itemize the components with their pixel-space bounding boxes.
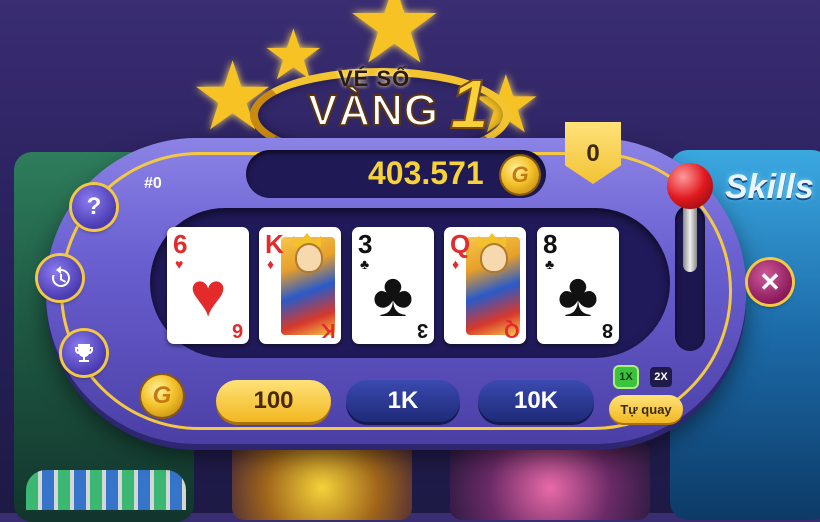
spin-lever-knob[interactable] <box>667 163 713 209</box>
background-game-tile-bottom-1 <box>232 440 412 520</box>
bet-10k-button[interactable]: 10K <box>478 380 594 422</box>
badge-value: 0 <box>586 140 600 167</box>
help-icon: ? <box>86 193 102 220</box>
heart-suit-icon: ♥ <box>189 261 227 330</box>
card-rank: Q <box>450 229 471 259</box>
bet-100-button[interactable]: 100 <box>216 380 331 422</box>
card-rank: 6 <box>173 229 188 259</box>
card-rank: K <box>265 229 284 259</box>
multiplier-2x-toggle[interactable]: 2X <box>650 367 672 387</box>
round-id: #0 <box>144 175 162 192</box>
card-rank-bottom: 6 <box>231 319 243 341</box>
logo-number: 1 <box>449 64 490 144</box>
background-skills-title: Skills <box>725 168 814 206</box>
club-suit-icon: ♣ <box>557 261 599 330</box>
card-rank-bottom: 8 <box>601 319 613 341</box>
card-suit-small: ♦ <box>267 256 275 272</box>
card-rank-bottom: K <box>320 319 335 341</box>
card-rank: 3 <box>358 229 373 259</box>
playing-card: K ♦ K <box>259 227 341 344</box>
help-button[interactable]: ? <box>72 185 116 229</box>
gold-coin-icon: G <box>501 156 539 194</box>
logo-main-text: VÀNG <box>307 85 440 136</box>
leaderboard-button[interactable] <box>62 331 106 375</box>
card-rank-bottom: Q <box>504 319 520 341</box>
bet-1k-button[interactable]: 1K <box>346 380 460 422</box>
close-button[interactable]: ✕ <box>748 260 792 304</box>
card-rank-bottom: 3 <box>416 319 428 341</box>
card-rank: 8 <box>543 229 558 259</box>
club-suit-icon: ♣ <box>372 261 414 330</box>
playing-card: 8 ♣ ♣ 8 <box>537 227 619 344</box>
game-logo: VÉ SỐ VÀNG 1 <box>250 60 511 162</box>
history-icon <box>51 266 70 287</box>
playing-card: 6 ♥ ♥ 6 <box>167 227 249 344</box>
background-game-tile-bottom-2 <box>450 440 650 520</box>
close-icon: ✕ <box>759 266 781 297</box>
multiplier-1x-toggle[interactable]: 1X <box>615 367 637 387</box>
face-head <box>295 243 323 273</box>
trophy-icon <box>75 344 93 362</box>
card-suit-small: ♦ <box>452 256 460 272</box>
balance-value: 403.571 <box>368 155 484 191</box>
face-head <box>480 243 508 273</box>
history-button[interactable] <box>38 256 82 300</box>
gold-coin-icon: G <box>141 375 183 417</box>
playing-card: 3 ♣ ♣ 3 <box>352 227 434 344</box>
casino-chips-decoration <box>26 470 186 510</box>
auto-spin-button[interactable]: Tự quay <box>609 395 683 423</box>
playing-card: Q ♦ Q <box>444 227 526 344</box>
